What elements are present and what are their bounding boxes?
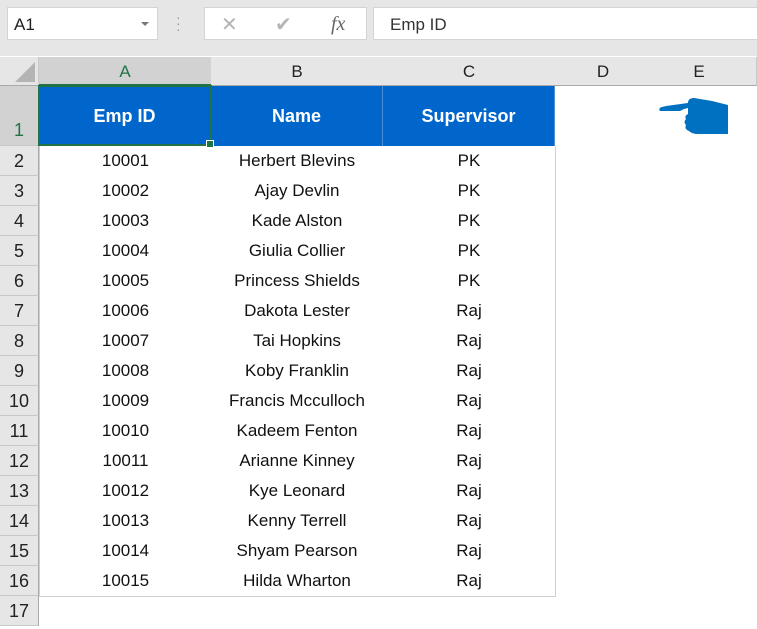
row-header-6[interactable]: 6 — [0, 266, 39, 296]
row-header-16[interactable]: 16 — [0, 566, 39, 596]
table-cell[interactable]: Raj — [383, 296, 556, 327]
table-cell[interactable]: PK — [383, 176, 556, 207]
column-header-a[interactable]: A — [39, 57, 212, 86]
column-header-d[interactable]: D — [555, 57, 652, 86]
table-cell[interactable]: Raj — [383, 566, 556, 597]
insert-function-icon[interactable]: fx — [331, 13, 345, 36]
table-cell[interactable]: Raj — [383, 506, 556, 537]
table-cell[interactable]: Arianne Kinney — [211, 446, 384, 477]
header-cell-supervisor[interactable]: Supervisor — [383, 86, 555, 146]
row-header-10[interactable]: 10 — [0, 386, 39, 416]
table-cell[interactable]: Dakota Lester — [211, 296, 384, 327]
table-cell[interactable]: 10011 — [39, 446, 212, 477]
table-cell[interactable]: 10008 — [39, 356, 212, 387]
row-header-9[interactable]: 9 — [0, 356, 39, 386]
formula-input[interactable]: Emp ID — [373, 7, 757, 40]
column-header-e[interactable]: E — [651, 57, 748, 86]
table-cell[interactable]: Tai Hopkins — [211, 326, 384, 357]
formula-value: Emp ID — [390, 15, 447, 34]
check-icon[interactable]: ✔ — [275, 12, 292, 37]
table-cell[interactable]: Kenny Terrell — [211, 506, 384, 537]
table-cell[interactable]: 10001 — [39, 146, 212, 177]
table-cell[interactable]: 10006 — [39, 296, 212, 327]
table-cell[interactable]: 10004 — [39, 236, 212, 267]
header-cell-name[interactable]: Name — [211, 86, 383, 146]
table-cell[interactable]: 10005 — [39, 266, 212, 297]
row-header-2[interactable]: 2 — [0, 146, 39, 176]
pointing-hand-left-icon — [659, 98, 728, 134]
row-header-13[interactable]: 13 — [0, 476, 39, 506]
table-cell[interactable]: Raj — [383, 536, 556, 567]
table-cell[interactable]: PK — [383, 266, 556, 297]
table-cell[interactable]: Raj — [383, 326, 556, 357]
table-cell[interactable]: PK — [383, 206, 556, 237]
table-cell[interactable]: 10007 — [39, 326, 212, 357]
table-cell[interactable]: Kadeem Fenton — [211, 416, 384, 447]
row-header-3[interactable]: 3 — [0, 176, 39, 206]
row-header-1[interactable]: 1 — [0, 86, 39, 146]
header-cell-emp-id[interactable]: Emp ID — [39, 86, 211, 146]
row-header-12[interactable]: 12 — [0, 446, 39, 476]
table-cell[interactable]: Herbert Blevins — [211, 146, 384, 177]
select-all-triangle-icon — [15, 62, 35, 82]
table-cell[interactable]: Raj — [383, 446, 556, 477]
table-cell[interactable]: Francis Mcculloch — [211, 386, 384, 417]
table-cell[interactable]: Princess Shields — [211, 266, 384, 297]
table-cell[interactable]: Raj — [383, 356, 556, 387]
table-cell[interactable]: Kade Alston — [211, 206, 384, 237]
name-box-value: A1 — [14, 15, 35, 34]
table-cell[interactable]: Giulia Collier — [211, 236, 384, 267]
table-cell[interactable]: 10013 — [39, 506, 212, 537]
row-header-15[interactable]: 15 — [0, 536, 39, 566]
column-header-c[interactable]: C — [383, 57, 556, 86]
table-cell[interactable]: Ajay Devlin — [211, 176, 384, 207]
table-cell[interactable]: 10010 — [39, 416, 212, 447]
table-cell[interactable]: Hilda Wharton — [211, 566, 384, 597]
table-cell[interactable]: Koby Franklin — [211, 356, 384, 387]
column-header-f[interactable] — [747, 57, 757, 86]
table-cell[interactable]: Raj — [383, 386, 556, 417]
name-box[interactable]: A1 — [7, 7, 158, 40]
chevron-down-icon[interactable] — [141, 22, 149, 26]
table-cell[interactable]: 10003 — [39, 206, 212, 237]
row-header-8[interactable]: 8 — [0, 326, 39, 356]
table-cell[interactable]: Raj — [383, 416, 556, 447]
table-cell[interactable]: 10014 — [39, 536, 212, 567]
table-cell[interactable]: Raj — [383, 476, 556, 507]
row-header-5[interactable]: 5 — [0, 236, 39, 266]
formula-buttons: ✕ ✔ fx — [204, 7, 367, 40]
table-cell[interactable]: PK — [383, 236, 556, 267]
column-header-b[interactable]: B — [211, 57, 384, 86]
drag-handle-icon[interactable]: · · · — [176, 10, 181, 36]
row-header-7[interactable]: 7 — [0, 296, 39, 326]
row-header-17[interactable]: 17 — [0, 596, 39, 626]
formula-toolbar: A1 · · · ✕ ✔ fx Emp ID — [0, 0, 757, 56]
row-header-4[interactable]: 4 — [0, 206, 39, 236]
row-header-14[interactable]: 14 — [0, 506, 39, 536]
row-header-11[interactable]: 11 — [0, 416, 39, 446]
table-cell[interactable]: 10012 — [39, 476, 212, 507]
table-cell[interactable]: 10015 — [39, 566, 212, 597]
close-icon[interactable]: ✕ — [221, 12, 238, 37]
table-cell[interactable]: 10009 — [39, 386, 212, 417]
table-cell[interactable]: Shyam Pearson — [211, 536, 384, 567]
table-cell[interactable]: Kye Leonard — [211, 476, 384, 507]
select-all-button[interactable] — [0, 57, 39, 86]
table-cell[interactable]: PK — [383, 146, 556, 177]
table-cell[interactable]: 10002 — [39, 176, 212, 207]
